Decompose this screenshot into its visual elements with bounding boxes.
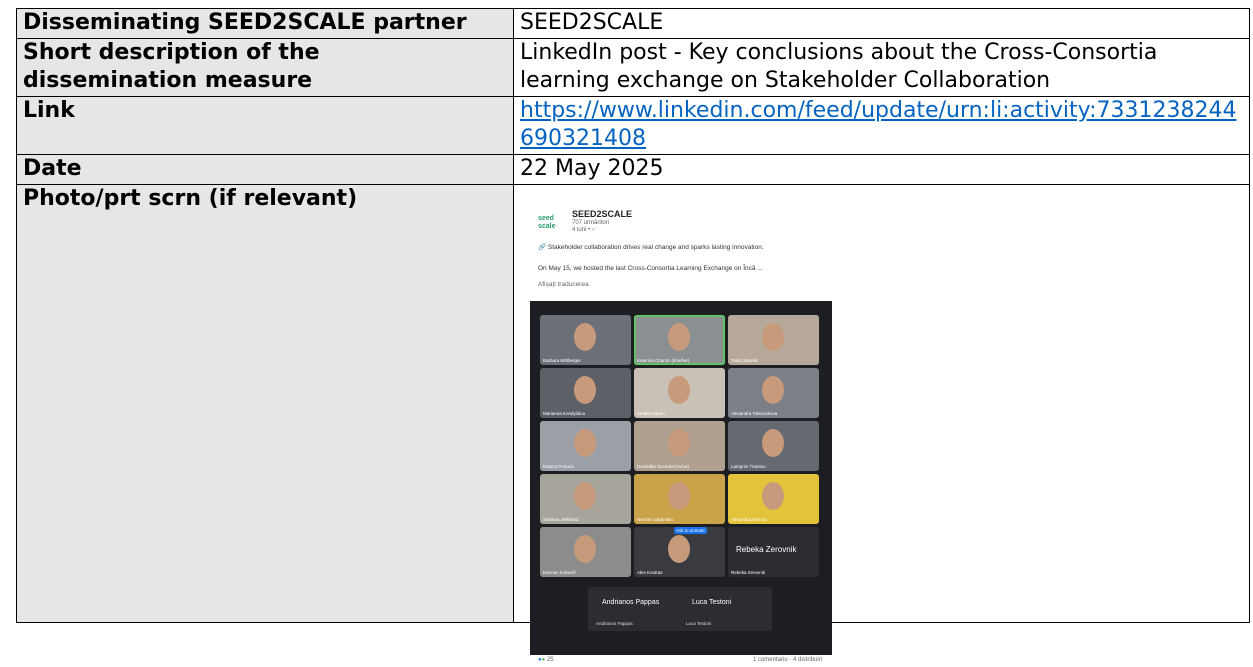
lower-participants: Andrianos Pappas Luca Testoni Andrianos …	[588, 587, 772, 631]
description-label-line2: dissemination measure	[23, 68, 313, 93]
participant-face	[668, 482, 690, 510]
lower-small-2: Luca Testoni	[686, 621, 712, 626]
row-date: Date 22 May 2025	[16, 154, 1250, 185]
post-text-line1: 🔗 Stakeholder collaboration drives real …	[538, 244, 764, 251]
lower-small-1: Andrianos Pappas	[596, 621, 633, 626]
description-label-line1: Short description of the	[23, 40, 320, 65]
link-url-line2: 690321408	[520, 126, 646, 151]
link-icon: 🔗	[538, 244, 547, 251]
followers-count: 707 urmăritori	[572, 220, 610, 226]
participant-name: Raluca Pretuca	[543, 464, 574, 469]
date-label: Date	[16, 154, 514, 185]
linkedin-post-screenshot: seed scale SEED2SCALE 707 urmăritori 4 l…	[530, 201, 832, 667]
participant-tile: Karmen Kukovič	[540, 527, 631, 577]
partner-value: SEED2SCALE	[513, 8, 1250, 39]
participant-tile: Ask to unmute Alex Koutras	[634, 527, 725, 577]
row-partner: Disseminating SEED2SCALE partner SEED2SC…	[16, 8, 1250, 39]
heart-icon: ●	[541, 657, 546, 663]
link-url-line1: https://www.linkedin.com/feed/update/urn…	[520, 98, 1237, 123]
participant-name: Karmen Kukovič	[543, 570, 576, 575]
company-logo: seed scale	[538, 215, 556, 230]
participant-face	[574, 323, 596, 351]
participant-tile: Barbara Wittberger	[540, 315, 631, 365]
participant-name: Rebeka Zerovnik	[731, 570, 766, 575]
participant-tile: Marianna Kondylidou	[540, 368, 631, 418]
link-label: Link	[16, 96, 514, 155]
participant-name: Alexandra Tolescakova	[731, 411, 778, 416]
row-link: Link https://www.linkedin.com/feed/updat…	[16, 96, 1250, 155]
participant-tile: Lamprini Triantou	[728, 421, 819, 471]
participant-name: Alex Koutras	[637, 570, 663, 575]
photo-label: Photo/prt scrn (if relevant)	[16, 184, 514, 623]
participant-face	[574, 376, 596, 404]
participant-face	[668, 429, 690, 457]
date-value: 22 May 2025	[513, 154, 1250, 185]
link-value: https://www.linkedin.com/feed/update/urn…	[513, 96, 1250, 155]
participant-face	[762, 376, 784, 404]
participant-name: Nendie Lukjanska	[637, 517, 673, 522]
participant-tile: Stefania Jellestad	[540, 474, 631, 524]
participant-name: Dominika Scereda (Aviva)	[637, 464, 689, 469]
participant-tile: Rebeka Zerovnik Rebeka Zerovnik	[728, 527, 819, 577]
participant-tile: Tadej Slapnik	[728, 315, 819, 365]
translate-link[interactable]: Afișați traducerea	[538, 281, 589, 288]
participant-face	[762, 323, 784, 351]
participant-name: Alexandra Emirza	[731, 517, 767, 522]
participant-grid: Barbara Wittberger Katerina Chantzi (she/…	[540, 315, 819, 577]
participant-face	[668, 323, 690, 351]
reactions-count[interactable]: ●● 25	[538, 657, 554, 663]
description-label: Short description of the dissemination m…	[16, 38, 514, 97]
lower-name-1: Andrianos Pappas	[602, 599, 660, 606]
post-text-line2: On May 15, we hosted the last Cross-Cons…	[538, 265, 763, 272]
participant-face	[762, 482, 784, 510]
participant-tile: Katerina Chantzi (she/her)	[634, 315, 725, 365]
description-value-line1: LinkedIn post - Key conclusions about th…	[520, 40, 1158, 65]
participant-name: Lamprini Triantou	[731, 464, 766, 469]
participant-tile: Raluca Pretuca	[540, 421, 631, 471]
participant-face	[574, 535, 596, 563]
row-description: Short description of the dissemination m…	[16, 38, 1250, 97]
participant-tile: Alexandra Tolescakova	[728, 368, 819, 418]
description-value-line2: learning exchange on Stakeholder Collabo…	[520, 68, 1051, 93]
participant-face	[668, 535, 690, 563]
description-value: LinkedIn post - Key conclusions about th…	[513, 38, 1250, 97]
participant-big-name: Rebeka Zerovnik	[736, 545, 797, 554]
partner-label: Disseminating SEED2SCALE partner	[16, 8, 514, 39]
participant-name: Amalia Zepou	[637, 411, 665, 416]
participant-tile: Amalia Zepou	[634, 368, 725, 418]
org-name: SEED2SCALE	[572, 209, 633, 219]
participant-name: Stefania Jellestad	[543, 517, 579, 522]
participant-face	[574, 482, 596, 510]
participant-face	[574, 429, 596, 457]
link-url[interactable]: https://www.linkedin.com/feed/update/urn…	[520, 98, 1236, 151]
participant-name: Barbara Wittberger	[543, 358, 582, 363]
globe-icon: ○	[591, 227, 596, 233]
unmute-button: Ask to unmute	[674, 527, 707, 534]
participant-name: Marianna Kondylidou	[543, 411, 586, 416]
post-footer: ●● 25 1 comentariu · 4 distribuiri	[530, 657, 832, 667]
lower-name-2: Luca Testoni	[692, 599, 732, 606]
participant-tile: Dominika Scereda (Aviva)	[634, 421, 725, 471]
comments-count[interactable]: 1 comentariu · 4 distribuiri	[753, 657, 822, 663]
participant-tile: Nendie Lukjanska	[634, 474, 725, 524]
participant-name: Tadej Slapnik	[731, 358, 758, 363]
video-call-image: Barbara Wittberger Katerina Chantzi (she/…	[530, 301, 832, 655]
post-time: 4 luni • ○	[572, 227, 596, 233]
participant-face	[762, 429, 784, 457]
participant-tile: Alexandra Emirza	[728, 474, 819, 524]
participant-face	[668, 376, 690, 404]
participant-name: Katerina Chantzi (she/her)	[637, 358, 690, 363]
